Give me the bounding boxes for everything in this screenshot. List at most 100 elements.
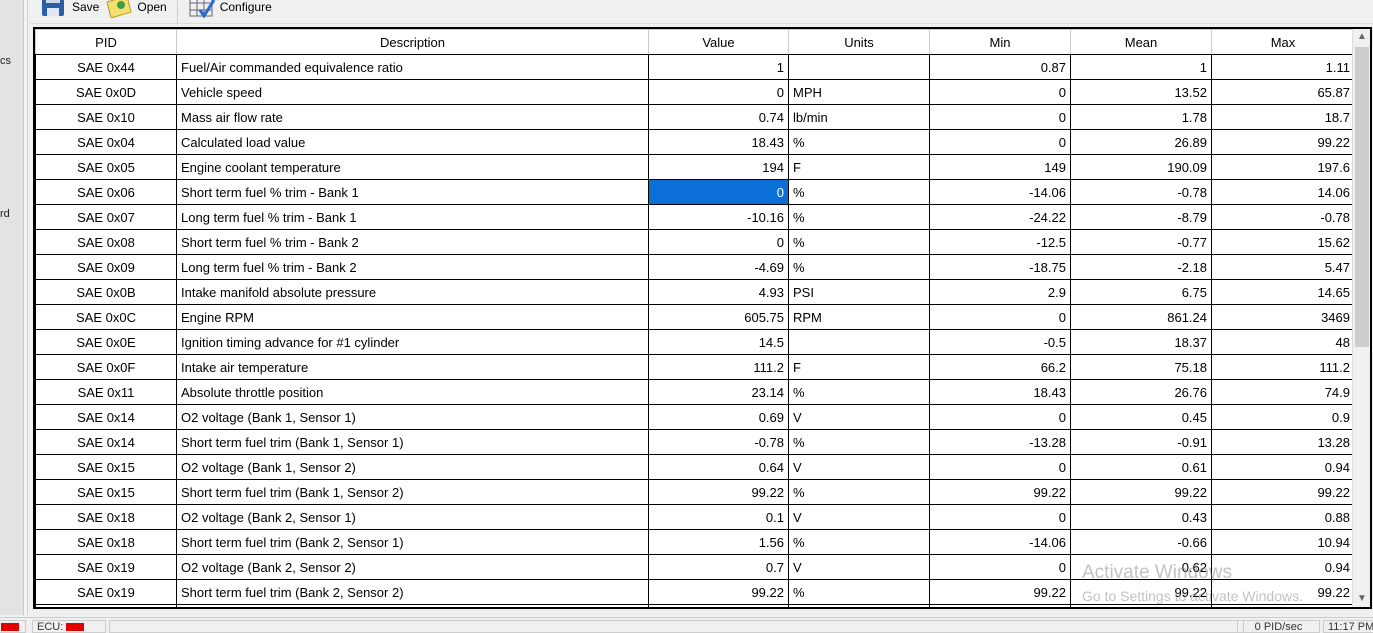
cell-max[interactable]: 48 <box>1211 329 1355 355</box>
cell-max[interactable]: 0.94 <box>1211 554 1355 580</box>
cell-pid[interactable]: SAE 0x0E <box>35 329 177 355</box>
cell-max[interactable]: 0.9 <box>1211 404 1355 430</box>
table-row[interactable]: SAE 0x04 Calculated load value 18.43% 0 26.8… <box>35 129 1355 155</box>
cell-pid[interactable]: SAE 0x44 <box>35 54 177 80</box>
cell-min[interactable]: -24.22 <box>929 204 1071 230</box>
cell-pid[interactable]: SAE 0x05 <box>35 154 177 180</box>
cell-description[interactable]: Long term fuel % trim - Bank 1 <box>176 204 649 230</box>
cell-value[interactable]: 0.69 <box>648 404 789 430</box>
cell-pid[interactable]: SAE 0x0C <box>35 304 177 330</box>
cell-min[interactable]: 0 <box>929 104 1071 130</box>
cell-mean[interactable]: -0.91 <box>1070 429 1212 455</box>
cell-description[interactable]: Ignition timing advance for #1 cylinder <box>176 329 649 355</box>
cell-min[interactable]: 99.22 <box>929 579 1071 605</box>
cell-mean[interactable]: 0.45 <box>1070 404 1212 430</box>
cell-description[interactable]: Absolute throttle position <box>176 379 649 405</box>
cell-units[interactable] <box>788 329 930 355</box>
table-row[interactable]: SAE 0x05 Engine coolant temperature 194 F 14… <box>35 154 1355 180</box>
cell-units[interactable]: % <box>788 254 930 280</box>
cell-max[interactable]: 0.94 <box>1211 454 1355 480</box>
cell-pid[interactable]: SAE 0x09 <box>35 254 177 280</box>
cell-pid[interactable]: SAE 0x15 <box>35 479 177 505</box>
column-header-pid[interactable]: PID <box>35 29 177 55</box>
cell-min[interactable]: 2.9 <box>929 279 1071 305</box>
cell-min[interactable]: 0 <box>929 129 1071 155</box>
table-row[interactable]: SAE 0x18 O2 voltage (Bank 2, Sensor 1) 0.1… <box>35 504 1355 530</box>
cell-min[interactable]: -0.5 <box>929 329 1071 355</box>
table-row[interactable]: SAE 0x0C Engine RPM 605.75 RPM 0 861.24 3469 <box>35 304 1355 330</box>
cell-value[interactable]: 194 <box>648 154 789 180</box>
cell-max[interactable]: 18.7 <box>1211 104 1355 130</box>
column-header-min[interactable]: Min <box>929 29 1071 55</box>
column-header-description[interactable]: Description <box>176 29 649 55</box>
table-row[interactable]: SAE 0x0F Intake air temperature 111.2 F 66.2… <box>35 354 1355 380</box>
column-header-max[interactable]: Max <box>1211 29 1355 55</box>
cell-description[interactable]: Engine coolant temperature <box>176 154 649 180</box>
cell-units[interactable]: F <box>788 354 930 380</box>
cell-max[interactable]: 14.06 <box>1211 179 1355 205</box>
cell-units[interactable]: V <box>788 404 930 430</box>
cell-min[interactable]: 0 <box>929 304 1071 330</box>
cell-pid[interactable]: SAE 0x10 <box>35 104 177 130</box>
cell-units[interactable]: % <box>788 479 930 505</box>
cell-pid[interactable]: SAE 0x11 <box>35 379 177 405</box>
cell-value[interactable]: 0 <box>648 79 789 105</box>
cell-max[interactable]: 99.22 <box>1211 129 1355 155</box>
cell-min[interactable]: -14.06 <box>929 179 1071 205</box>
table-row[interactable]: SAE 0x11 Absolute throttle position 23.14%… <box>35 379 1355 405</box>
table-row[interactable]: SAE 0x14 Short term fuel trim (Bank 1, Se… <box>35 429 1355 455</box>
cell-mean[interactable]: 0.43 <box>1070 504 1212 530</box>
cell-units[interactable]: % <box>788 579 930 605</box>
cell-units[interactable]: F <box>788 154 930 180</box>
cell-pid[interactable]: SAE 0x04 <box>35 129 177 155</box>
cell-units[interactable]: PSI <box>788 279 930 305</box>
cell-description[interactable]: Vehicle speed <box>176 79 649 105</box>
cell-value[interactable]: 111.2 <box>648 354 789 380</box>
cell-value[interactable]: 99.22 <box>648 579 789 605</box>
cell-description[interactable]: Short term fuel % trim - Bank 1 <box>176 179 649 205</box>
cell-pid[interactable]: SAE 0x19 <box>35 554 177 580</box>
cell-mean[interactable]: 99.22 <box>1070 479 1212 505</box>
cell-units[interactable]: MPH <box>788 79 930 105</box>
cell-min[interactable]: 99.22 <box>929 479 1071 505</box>
cell-units[interactable]: V <box>788 504 930 530</box>
cell-pid[interactable]: SAE 0x19 <box>35 579 177 605</box>
cell-max[interactable]: 99.22 <box>1211 579 1355 605</box>
cell-min[interactable]: 0 <box>929 504 1071 530</box>
cell-max[interactable]: 1.11 <box>1211 54 1355 80</box>
cell-mean[interactable]: 18.37 <box>1070 329 1212 355</box>
cell-mean[interactable]: 75.18 <box>1070 354 1212 380</box>
cell-max[interactable]: 197.6 <box>1211 154 1355 180</box>
cell-value[interactable]: -4.69 <box>648 254 789 280</box>
scrollbar-thumb[interactable] <box>1355 47 1369 347</box>
table-row[interactable]: SAE 0x19 Short term fuel trim (Bank 2, Se… <box>35 579 1355 605</box>
cell-min[interactable]: -14.06 <box>929 529 1071 555</box>
cell-max[interactable]: 14.65 <box>1211 279 1355 305</box>
table-row[interactable]: SAE 0x10 Mass air flow rate 0.74 lb/min 0 1.7… <box>35 104 1355 130</box>
cell-mean[interactable]: -0.77 <box>1070 229 1212 255</box>
column-header-units[interactable]: Units <box>788 29 930 55</box>
cell-description[interactable]: Short term fuel trim (Bank 1, Sensor 2) <box>176 479 649 505</box>
cell-description[interactable]: Long term fuel % trim - Bank 2 <box>176 254 649 280</box>
cell-mean[interactable]: 1.78 <box>1070 104 1212 130</box>
cell-units[interactable]: lb/min <box>788 104 930 130</box>
cell-mean[interactable]: -0.66 <box>1070 529 1212 555</box>
cell-description[interactable]: Engine RPM <box>176 304 649 330</box>
cell-mean[interactable]: -2.18 <box>1070 254 1212 280</box>
cell-description[interactable]: Short term fuel trim (Bank 2, Sensor 1) <box>176 529 649 555</box>
cell-min[interactable]: -18.75 <box>929 254 1071 280</box>
cell-description[interactable]: O2 voltage (Bank 1, Sensor 1) <box>176 404 649 430</box>
table-row[interactable]: SAE 0x09 Long term fuel % trim - Bank 2 -4… <box>35 254 1355 280</box>
cell-min[interactable]: 0 <box>929 454 1071 480</box>
cell-max[interactable]: 111.2 <box>1211 354 1355 380</box>
cell-pid[interactable]: SAE 0x14 <box>35 429 177 455</box>
cell-units[interactable]: % <box>788 429 930 455</box>
splitter[interactable] <box>24 0 28 615</box>
cell-mean[interactable]: -0.78 <box>1070 179 1212 205</box>
cell-mean[interactable]: -8.79 <box>1070 204 1212 230</box>
cell-mean[interactable]: 13.52 <box>1070 79 1212 105</box>
cell-value[interactable]: 0 <box>648 179 789 205</box>
cell-pid[interactable]: SAE 0x06 <box>35 179 177 205</box>
table-row[interactable]: SAE 0x07 Long term fuel % trim - Bank 1 -1… <box>35 204 1355 230</box>
cell-description[interactable]: O2 voltage (Bank 2, Sensor 2) <box>176 554 649 580</box>
